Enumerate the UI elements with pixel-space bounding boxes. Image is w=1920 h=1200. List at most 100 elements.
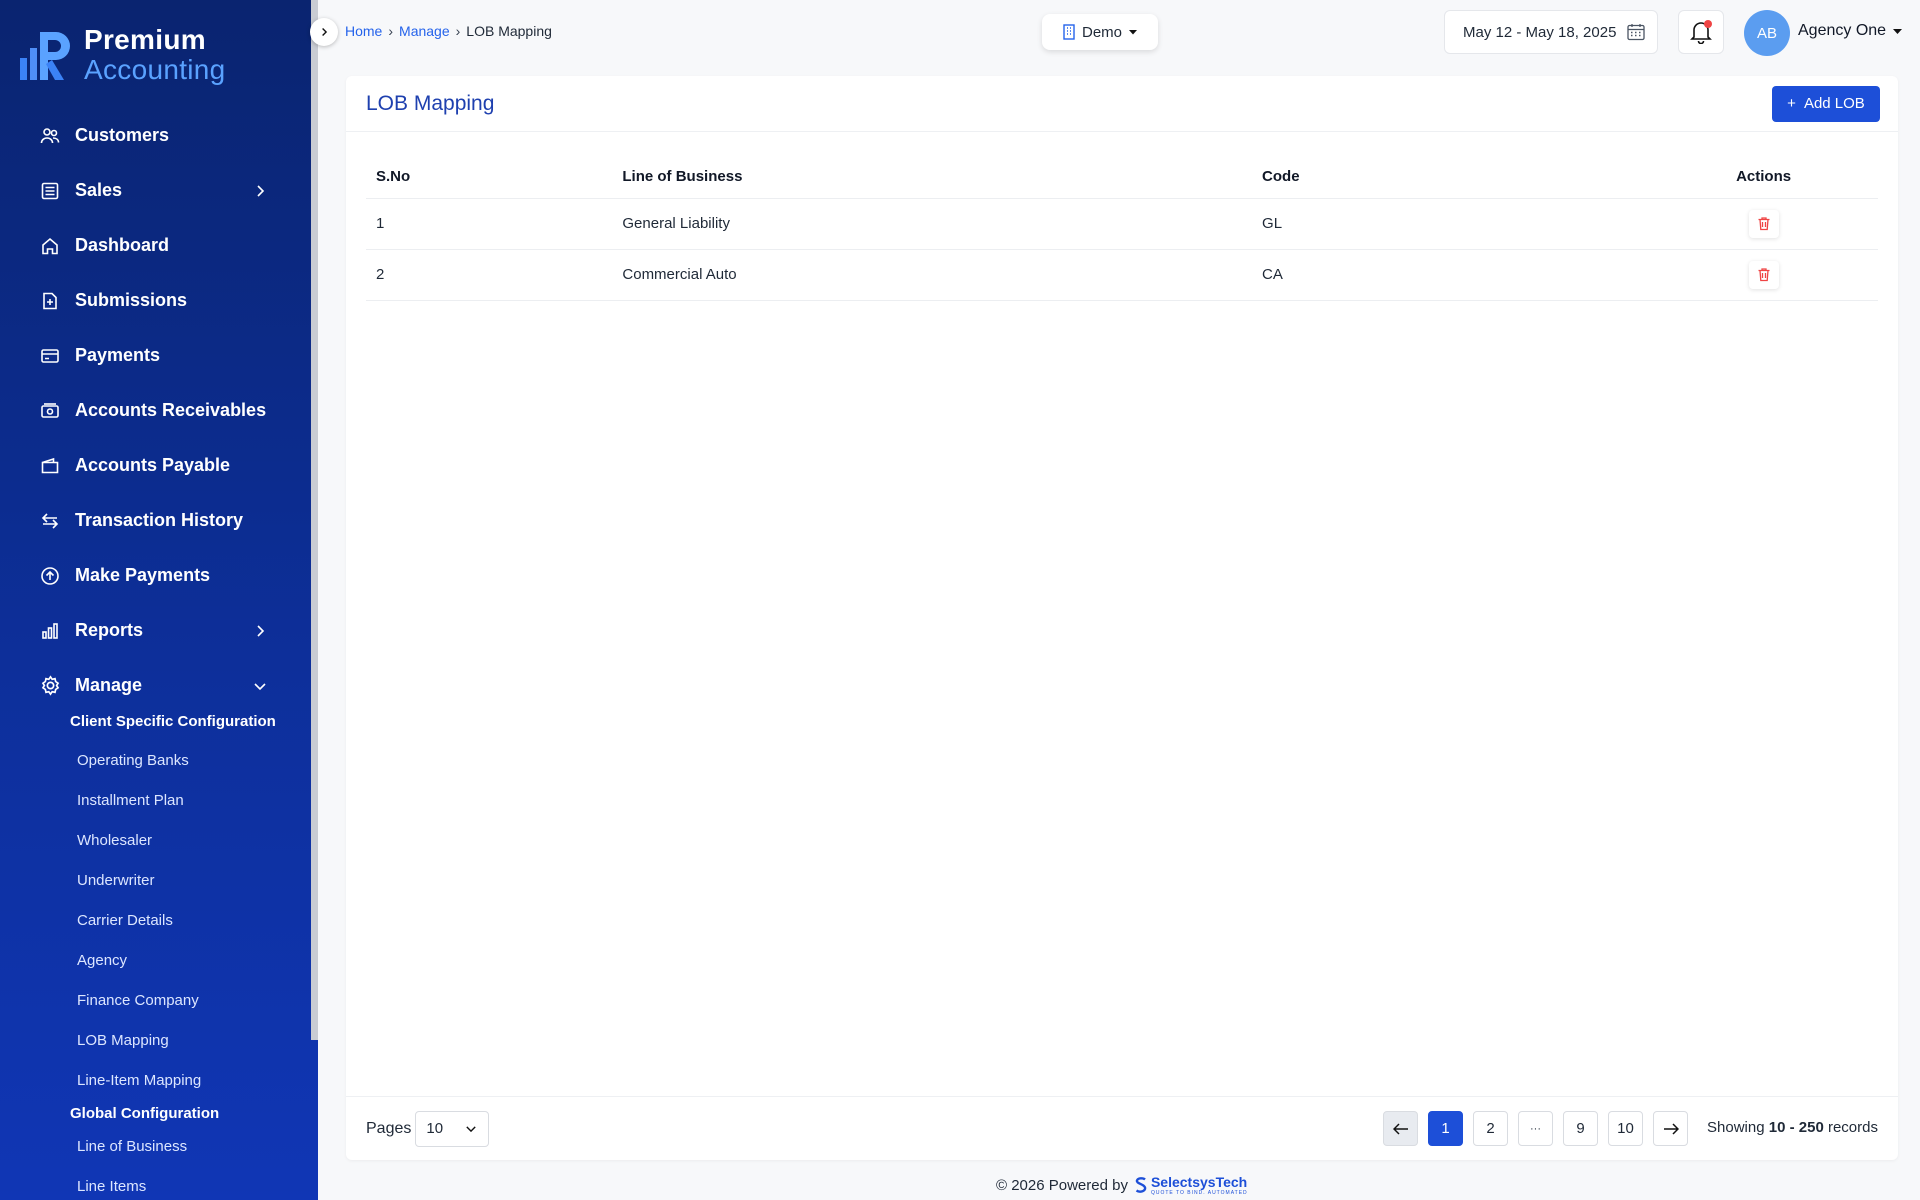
cell-spacer — [1868, 198, 1878, 250]
cell-actions — [1659, 249, 1868, 301]
caret-down-icon — [1893, 29, 1903, 34]
arrow-right-icon — [1663, 1122, 1679, 1135]
building-icon — [1063, 24, 1075, 40]
arrow-left-icon — [1392, 1122, 1408, 1135]
chevron-right-icon — [257, 625, 265, 637]
column-header-code: Code — [1252, 156, 1660, 199]
manage-section-global-config: Global Configuration — [70, 1104, 220, 1122]
pager: 1 2 ··· 9 10 — [1383, 1111, 1688, 1146]
caret-down-icon — [1129, 30, 1137, 35]
bar-chart-icon — [39, 620, 61, 642]
breadcrumb-separator: › — [388, 23, 394, 39]
add-lob-button[interactable]: + Add LOB — [1772, 85, 1880, 122]
sidebar-item-submissions[interactable]: Submissions — [0, 273, 310, 328]
table-header-row: S.No Line of Business Code Actions — [366, 156, 1878, 199]
breadcrumb-current: LOB Mapping — [466, 23, 552, 39]
page-size-label: Pages — [366, 1119, 412, 1137]
cell-code: CA — [1252, 249, 1660, 301]
sidebar-subitem-operating-banks[interactable]: Operating Banks — [0, 740, 310, 780]
date-range-value: May 12 - May 18, 2025 — [1463, 23, 1617, 41]
sidebar-nav: Customers Sales Dashboard Submissions Pa… — [0, 108, 310, 1200]
cell-actions — [1659, 198, 1868, 250]
sidebar-item-customers[interactable]: Customers — [0, 108, 310, 163]
brand-s-icon — [1135, 1177, 1147, 1193]
page-button-10[interactable]: 10 — [1608, 1111, 1643, 1146]
column-header-actions: Actions — [1659, 156, 1868, 199]
lob-mapping-card: LOB Mapping + Add LOB S.No Line of Busin… — [346, 76, 1898, 1160]
sidebar-subitem-line-of-business[interactable]: Line of Business — [0, 1126, 310, 1166]
notifications-button[interactable] — [1678, 10, 1724, 54]
add-lob-label: Add LOB — [1803, 95, 1865, 112]
delete-button[interactable] — [1748, 260, 1779, 289]
sidebar-item-make-payments[interactable]: Make Payments — [0, 548, 310, 603]
user-menu[interactable]: Agency One — [1798, 22, 1903, 40]
next-page-button[interactable] — [1653, 1111, 1688, 1146]
chevron-down-icon — [466, 1125, 477, 1132]
gear-icon — [39, 675, 61, 697]
sidebar-item-transaction-history[interactable]: Transaction History — [0, 493, 310, 548]
sidebar-item-accounts-payable[interactable]: Accounts Payable — [0, 438, 310, 493]
page-ellipsis: ··· — [1518, 1111, 1553, 1146]
sidebar-subitem-line-items[interactable]: Line Items — [0, 1166, 310, 1200]
page-title: LOB Mapping — [366, 91, 495, 115]
sidebar-subitem-underwriter[interactable]: Underwriter — [0, 860, 310, 900]
table-row: 2 Commercial Auto CA — [366, 249, 1878, 301]
upload-circle-icon — [39, 565, 61, 587]
records-summary: Showing 10 - 250 records — [1707, 1119, 1878, 1136]
sidebar-toggle-button[interactable] — [310, 18, 338, 46]
column-header-sno: S.No — [366, 156, 613, 199]
plus-icon: + — [1787, 95, 1796, 112]
card-header: LOB Mapping + Add LOB — [346, 76, 1898, 132]
sidebar-subitem-finance-company[interactable]: Finance Company — [0, 980, 310, 1020]
wallet-icon — [39, 455, 61, 477]
sidebar-item-reports[interactable]: Reports — [0, 603, 310, 658]
page-button-2[interactable]: 2 — [1473, 1111, 1508, 1146]
page-size-value: 10 — [426, 1120, 444, 1137]
page-button-9[interactable]: 9 — [1563, 1111, 1598, 1146]
logo-subtitle: Accounting — [84, 54, 226, 85]
page-button-1[interactable]: 1 — [1428, 1111, 1463, 1146]
prev-page-button[interactable] — [1383, 1111, 1418, 1146]
user-name-label: Agency One — [1798, 22, 1887, 39]
environment-dropdown[interactable]: Demo — [1042, 14, 1158, 50]
cell-spacer — [1868, 249, 1878, 301]
sidebar-item-manage[interactable]: Manage — [0, 658, 310, 713]
sidebar-subitem-agency[interactable]: Agency — [0, 940, 310, 980]
sidebar-item-accounts-receivables[interactable]: Accounts Receivables — [0, 383, 310, 438]
environment-label: Demo — [1081, 23, 1122, 41]
sidebar-subitem-installment-plan[interactable]: Installment Plan — [0, 780, 310, 820]
delete-button[interactable] — [1748, 209, 1779, 238]
home-icon — [39, 235, 61, 257]
sidebar: Premium Accounting Customers Sales Dashb… — [0, 0, 318, 1200]
trash-icon — [1758, 268, 1770, 282]
date-range-picker[interactable]: May 12 - May 18, 2025 — [1444, 10, 1658, 54]
powered-by-text: © 2026 Powered by — [996, 1176, 1128, 1194]
sidebar-item-payments[interactable]: Payments — [0, 328, 310, 383]
sidebar-subitem-wholesaler[interactable]: Wholesaler — [0, 820, 310, 860]
logo-title: Premium — [84, 24, 206, 55]
logo-mark-icon — [20, 32, 70, 80]
sidebar-subitem-line-item-mapping[interactable]: Line-Item Mapping — [0, 1060, 310, 1100]
cell-sno: 1 — [366, 198, 613, 250]
breadcrumb-separator: › — [455, 23, 461, 39]
sidebar-subitem-carrier-details[interactable]: Carrier Details — [0, 900, 310, 940]
selectsys-logo[interactable]: SelectsysTech QUOTE TO BIND. AUTOMATED — [1134, 1174, 1248, 1196]
app-logo[interactable]: Premium Accounting — [18, 26, 226, 84]
file-plus-icon — [39, 290, 61, 312]
page-size-select[interactable]: 10 — [415, 1110, 490, 1147]
cell-line-of-business: General Liability — [612, 198, 1253, 250]
brand-tagline: QUOTE TO BIND. AUTOMATED — [1150, 1190, 1248, 1196]
sidebar-scrollbar[interactable] — [311, 0, 318, 1040]
sidebar-item-dashboard[interactable]: Dashboard — [0, 218, 310, 273]
chevron-down-icon — [254, 683, 266, 691]
sidebar-subitem-lob-mapping[interactable]: LOB Mapping — [0, 1020, 310, 1060]
calendar-icon — [1627, 24, 1646, 41]
cell-line-of-business: Commercial Auto — [612, 249, 1253, 301]
sidebar-item-sales[interactable]: Sales — [0, 163, 310, 218]
credit-card-icon — [39, 345, 61, 367]
arrows-swap-icon — [39, 510, 61, 532]
notification-badge — [1704, 20, 1712, 28]
breadcrumb-home[interactable]: Home — [345, 23, 382, 39]
avatar[interactable]: AB — [1744, 10, 1790, 56]
breadcrumb-manage[interactable]: Manage — [399, 23, 450, 39]
